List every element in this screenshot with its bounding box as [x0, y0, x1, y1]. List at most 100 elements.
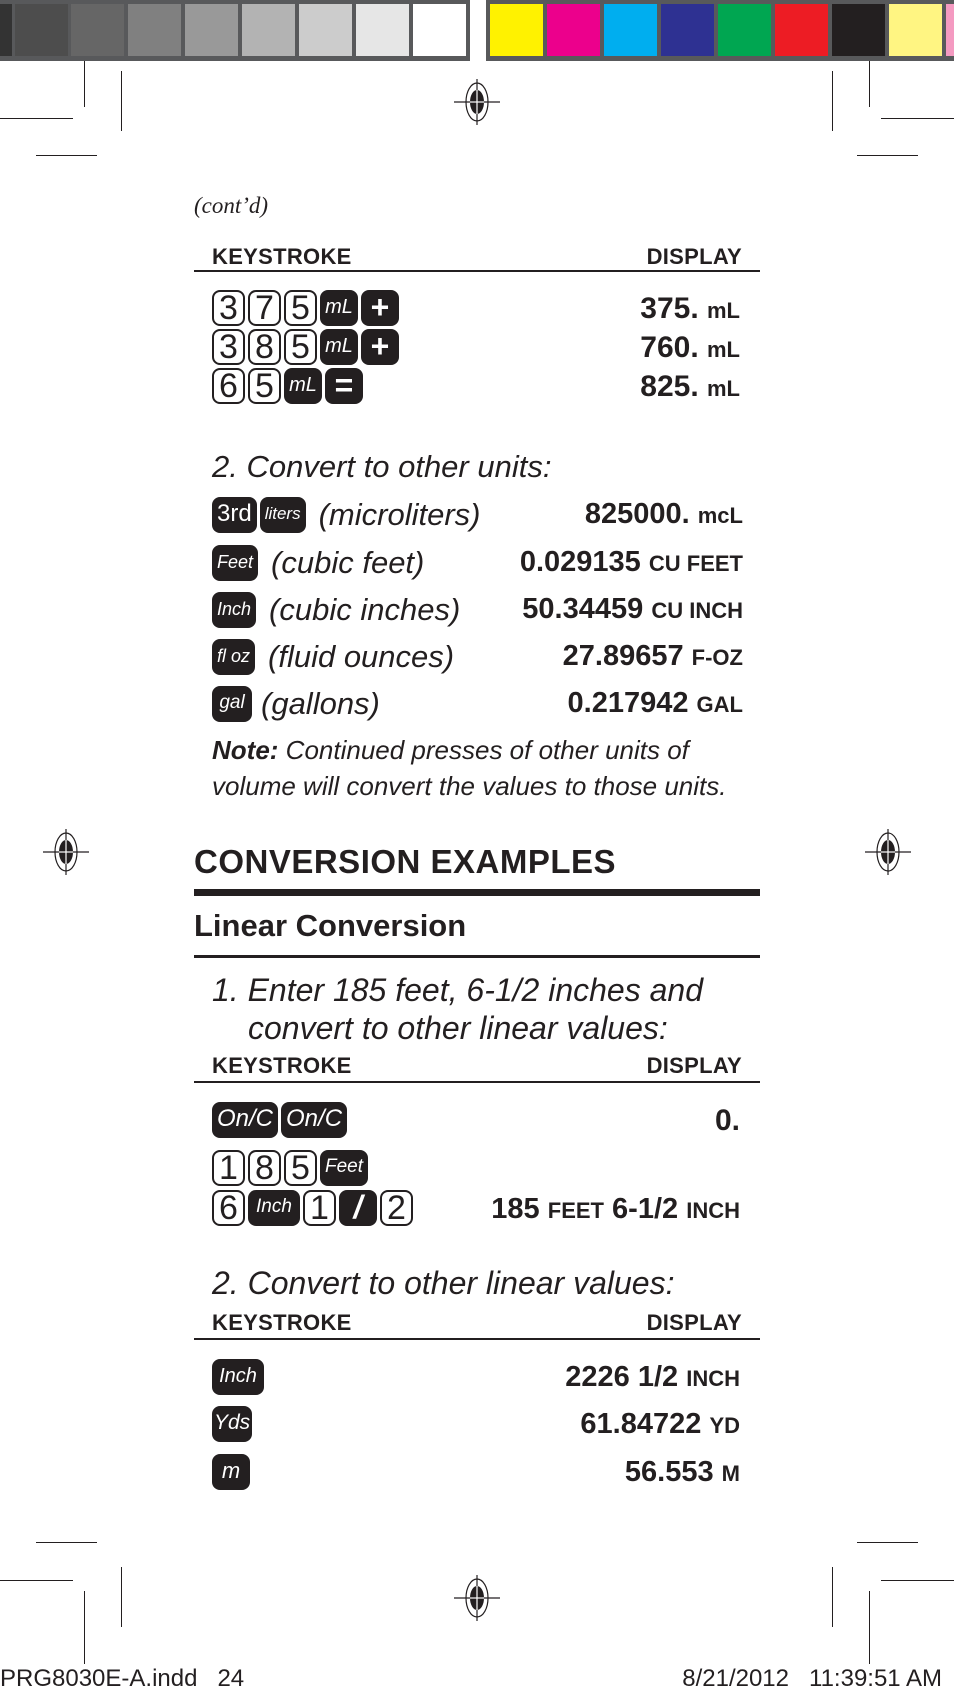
- conversion-row: Inch (cubic inches): [212, 590, 460, 630]
- display-number: 2226 1/2: [565, 1361, 679, 1393]
- crop-mark: [881, 118, 954, 119]
- conversion-value: 825000. mcL: [585, 498, 743, 531]
- display-number: 50.34459: [522, 593, 644, 625]
- key-5: 5: [248, 368, 281, 404]
- display-value: 825. mL: [640, 370, 740, 404]
- crop-mark: [857, 155, 918, 156]
- display-value: 760. mL: [640, 331, 740, 365]
- black-swatch: [832, 4, 885, 56]
- display-header: DISPLAY: [646, 244, 742, 269]
- key-5: 5: [284, 1150, 317, 1186]
- display-unit: YD: [709, 1413, 740, 1438]
- yellow-swatch: [490, 4, 543, 56]
- key-inch: Inch: [212, 592, 257, 628]
- key-plus: +: [361, 329, 399, 365]
- display-unit: mL: [707, 298, 740, 323]
- crop-mark: [36, 1542, 97, 1543]
- display-number: 760.: [640, 331, 699, 364]
- header-rule: [194, 1338, 760, 1340]
- display-unit: GAL: [696, 692, 743, 717]
- display-value: 56.553 M: [625, 1456, 740, 1489]
- key-1: 1: [212, 1150, 245, 1186]
- keystroke-header: KEYSTROKE: [212, 244, 352, 269]
- display-number: 6-1/2: [612, 1193, 679, 1225]
- display-number: 61.84722: [580, 1408, 702, 1440]
- display-unit: M: [721, 1461, 740, 1486]
- key-liters: liters: [259, 497, 306, 533]
- keystroke-row: 3 7 5 mL +: [212, 288, 402, 328]
- crop-mark: [869, 61, 870, 107]
- key-3: 3: [212, 290, 245, 326]
- display-number: 27.89657: [562, 640, 684, 672]
- crop-mark: [84, 61, 85, 107]
- display-unit: INCH: [686, 1366, 740, 1391]
- key-on-c: On/C: [212, 1102, 279, 1138]
- conversion-value: 50.34459 CU INCH: [522, 593, 743, 626]
- gray-swatch: [356, 4, 409, 56]
- color-bar: [486, 0, 954, 61]
- display-value: 2226 1/2 INCH: [565, 1361, 740, 1394]
- crop-mark: [857, 1542, 918, 1543]
- subtitle-rule: [194, 955, 760, 958]
- keystroke-header: KEYSTROKE: [212, 1310, 352, 1335]
- key-6: 6: [212, 368, 245, 404]
- registration-mark-icon: [454, 79, 500, 125]
- key-yds: Yds: [212, 1406, 253, 1442]
- cyan-swatch: [604, 4, 657, 56]
- blue-swatch: [661, 4, 714, 56]
- crop-mark: [0, 1580, 73, 1581]
- key-3: 3: [212, 329, 245, 365]
- display-header: DISPLAY: [646, 1310, 742, 1335]
- conversion-desc: (fluid ounces): [268, 639, 455, 674]
- key-6: 6: [212, 1190, 245, 1226]
- gray-swatch: [71, 4, 124, 56]
- gray-swatch: [413, 4, 466, 56]
- note-line2: volume will convert the values to those …: [212, 771, 727, 801]
- gray-swatch: [299, 4, 352, 56]
- grayscale-bar: [0, 0, 470, 61]
- contd-label: (cont’d): [194, 193, 269, 218]
- display-unit: mL: [707, 376, 740, 401]
- display-number: 825000.: [584, 498, 690, 530]
- keystroke-row: 1 8 5 Feet: [212, 1148, 371, 1188]
- gray-swatch: [128, 4, 181, 56]
- display-unit: F-OZ: [691, 645, 743, 670]
- key-ml: mL: [284, 368, 322, 404]
- linear1-title-line2: convert to other linear values:: [248, 1010, 668, 1046]
- gray-swatch: [185, 4, 238, 56]
- conversion-desc: (microliters): [318, 497, 481, 532]
- crop-mark: [121, 1567, 122, 1627]
- section-subtitle: Linear Conversion: [194, 908, 467, 943]
- conversion-value: 0.029135 CU FEET: [520, 546, 743, 579]
- display-value: 185 FEET 6-1/2 INCH: [491, 1193, 740, 1226]
- crop-mark: [832, 1567, 833, 1627]
- lightyellow-swatch: [889, 4, 942, 56]
- key-inch: Inch: [212, 1359, 264, 1395]
- display-unit: CU FEET: [648, 551, 743, 576]
- key-5: 5: [284, 329, 317, 365]
- key-ml: mL: [320, 290, 358, 326]
- key-inch: Inch: [248, 1190, 300, 1226]
- footer-timestamp: 8/21/2012 11:39:51 AM: [682, 1665, 942, 1692]
- conversion-row: 3rd liters (microliters): [212, 495, 480, 535]
- display-unit: mL: [707, 337, 740, 362]
- crop-mark: [832, 71, 833, 131]
- header-rule: [194, 270, 760, 272]
- key-on-c: On/C: [281, 1102, 348, 1138]
- gray-swatch: [242, 4, 295, 56]
- key-m: m: [212, 1454, 250, 1490]
- key-plus: +: [361, 290, 399, 326]
- conversion-row: gal (gallons): [212, 684, 380, 724]
- key-fl-oz: fl oz: [212, 639, 256, 675]
- conversion-desc: (cubic feet): [271, 545, 425, 580]
- red-swatch: [775, 4, 828, 56]
- registration-mark-icon: [865, 829, 911, 875]
- key-feet: Feet: [212, 545, 259, 581]
- crop-mark: [0, 118, 73, 119]
- key-7: 7: [248, 290, 281, 326]
- display-number: 375.: [640, 292, 699, 325]
- note-text: Note: Continued presses of other units o…: [212, 735, 689, 766]
- note-line1: Continued presses of other units of: [278, 735, 689, 765]
- crop-mark: [36, 155, 97, 156]
- display-unit: mcL: [697, 503, 743, 528]
